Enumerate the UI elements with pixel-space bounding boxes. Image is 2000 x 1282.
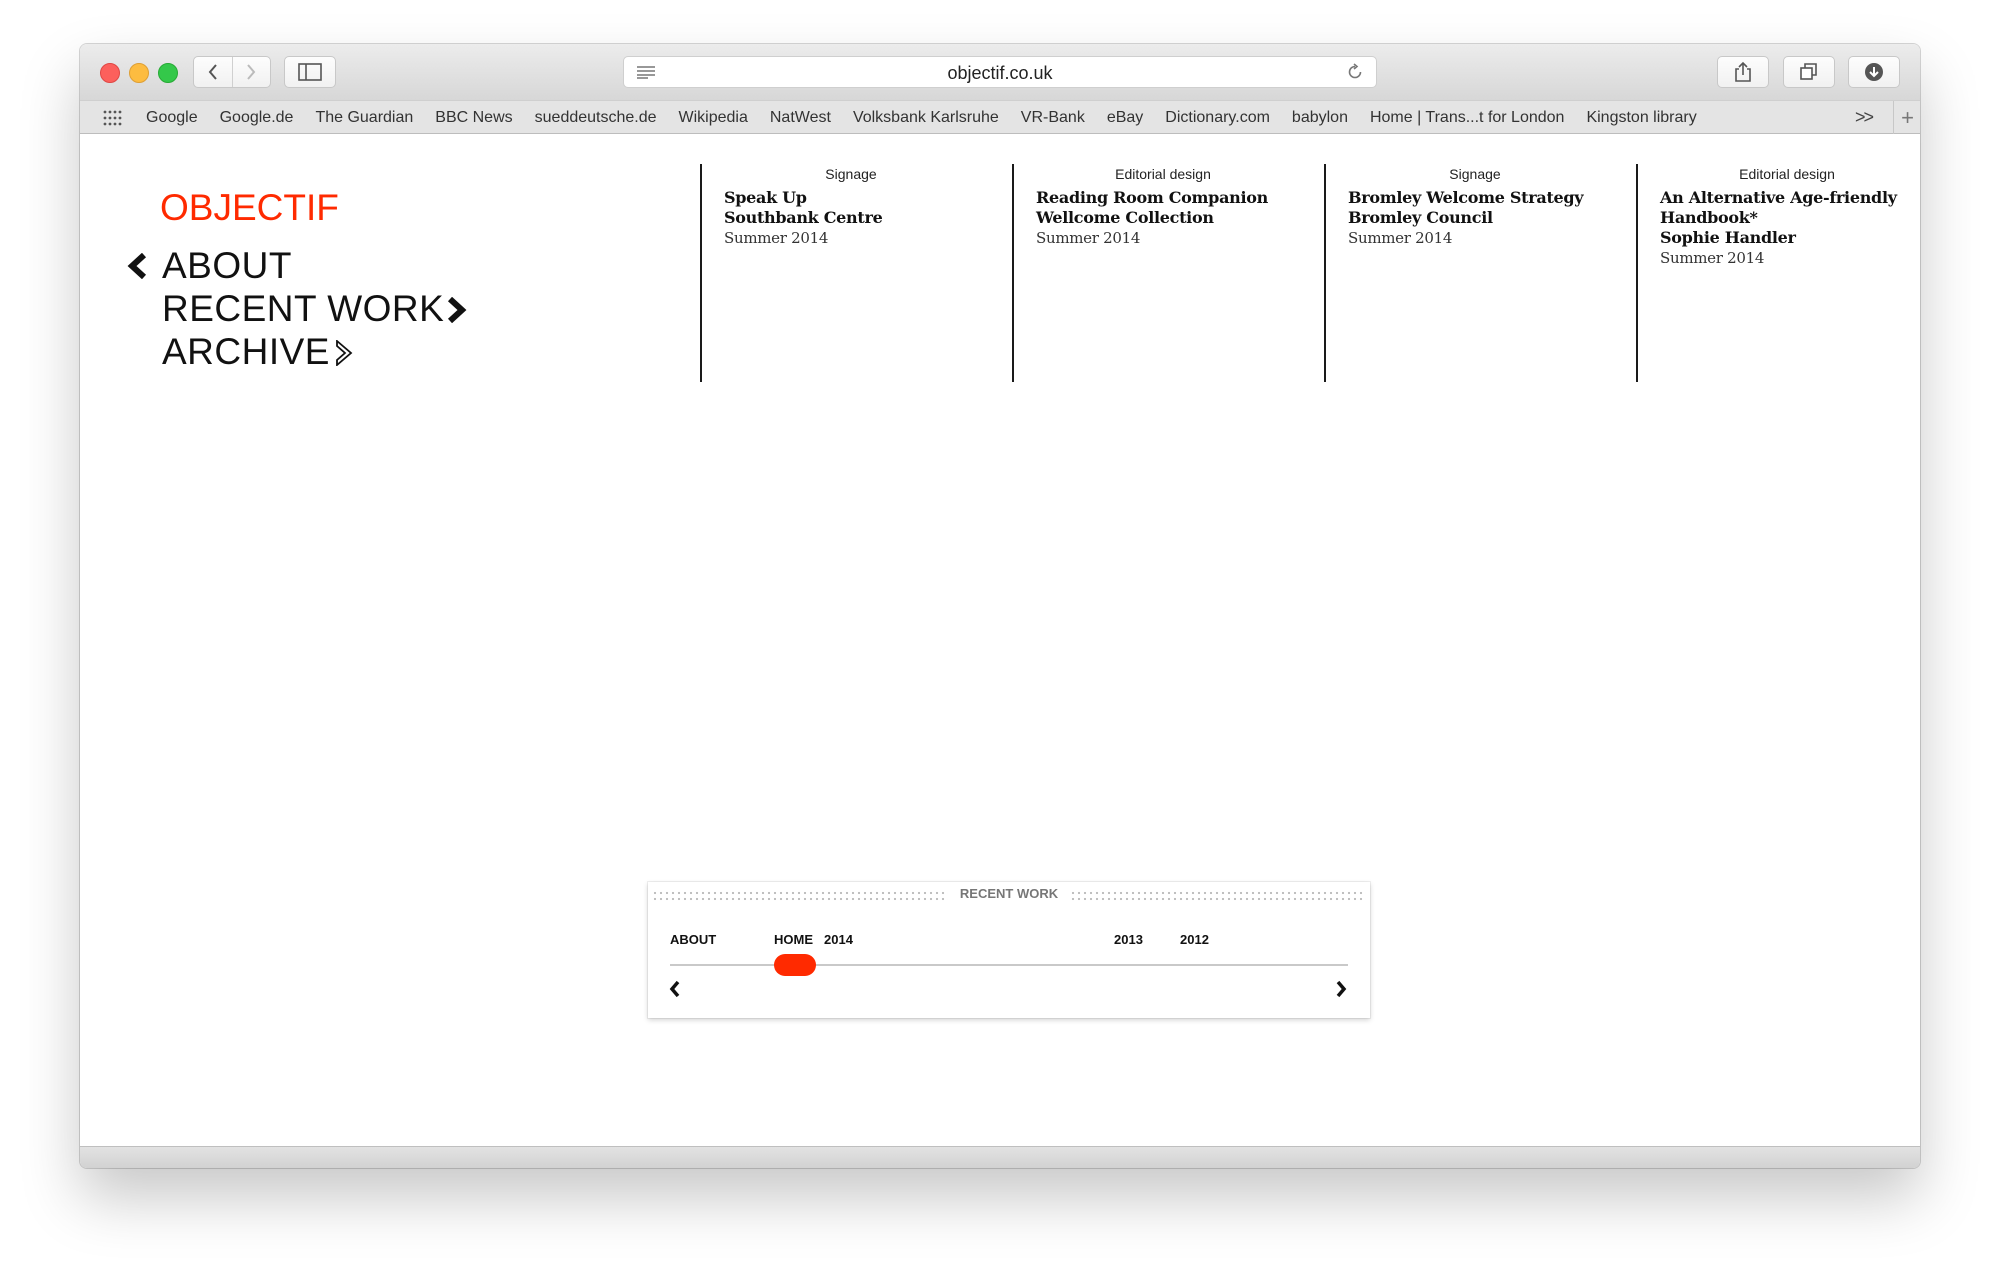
timeline-title: RECENT WORK — [959, 886, 1059, 901]
close-window-button[interactable] — [100, 63, 120, 83]
bookmark-wikipedia[interactable]: Wikipedia — [679, 109, 748, 127]
project-client: Southbank Centre — [724, 208, 883, 227]
project-bromley-welcome[interactable]: Signage Bromley Welcome Strategy Bromley… — [1324, 164, 1622, 382]
project-category: Editorial design — [1115, 166, 1211, 182]
url-text: objectif.co.uk — [947, 63, 1053, 83]
sidebar-icon — [298, 63, 322, 81]
timeline-navigator: RECENT WORK ABOUT HOME 2014 2013 2012 — [648, 882, 1370, 1018]
bookmark-natwest[interactable]: NatWest — [770, 109, 831, 127]
bookmark-vr-bank[interactable]: VR-Bank — [1021, 109, 1085, 127]
project-date: Summer 2014 — [1348, 229, 1453, 247]
download-icon — [1865, 63, 1883, 81]
bookmark-google[interactable]: Google — [146, 109, 198, 127]
chevron-right-icon — [247, 64, 256, 80]
project-title: Speak Up — [724, 188, 807, 207]
top-sites-grid-icon[interactable] — [102, 109, 122, 127]
bookmark-volksbank[interactable]: Volksbank Karlsruhe — [853, 109, 999, 127]
project-title-continued: Handbook* — [1660, 208, 1758, 227]
svg-text:OBJECTIF: OBJECTIF — [160, 187, 339, 228]
project-title: Bromley Welcome Strategy — [1348, 188, 1584, 207]
reload-icon[interactable] — [1346, 63, 1364, 81]
bookmark-bbc-news[interactable]: BBC News — [435, 109, 512, 127]
browser-window: objectif.co.uk Google Google.de The Guar… — [80, 44, 1920, 1168]
menu-archive-label: ARCHIVE — [162, 331, 330, 372]
project-category: Signage — [825, 166, 877, 182]
share-icon — [1735, 61, 1751, 82]
timeline-label-about[interactable]: ABOUT — [670, 932, 716, 947]
bookmarks-bar: Google Google.de The Guardian BBC News s… — [80, 100, 1920, 135]
project-title: Reading Room Companion — [1036, 188, 1268, 207]
project-speak-up[interactable]: Signage Speak Up Southbank Centre Summer… — [700, 164, 998, 382]
project-category: Editorial design — [1739, 166, 1835, 182]
navigation-buttons — [193, 56, 271, 88]
project-reading-room[interactable]: Editorial design Reading Room Companion … — [1012, 164, 1310, 382]
project-date: Summer 2014 — [1660, 249, 1765, 267]
objectif-logo[interactable]: OBJECTIF — [160, 186, 340, 232]
bookmark-dictionary[interactable]: Dictionary.com — [1165, 109, 1270, 127]
timeline-label-2014[interactable]: 2014 — [824, 932, 853, 947]
chevron-left-icon — [208, 64, 217, 80]
forward-button[interactable] — [231, 57, 271, 87]
maximize-window-button[interactable] — [158, 63, 178, 83]
project-client: Bromley Council — [1348, 208, 1493, 227]
project-client: Sophie Handler — [1660, 228, 1796, 247]
project-date: Summer 2014 — [1036, 229, 1141, 247]
web-page: OBJECTIF ABOUT RECENT WORK ARCHIVE Signa… — [80, 134, 1920, 1146]
bookmarks-list: Google Google.de The Guardian BBC News s… — [146, 101, 1719, 135]
share-button[interactable] — [1717, 56, 1769, 88]
project-category: Signage — [1449, 166, 1501, 182]
more-bookmarks-button[interactable]: >> — [1855, 107, 1874, 128]
browser-toolbar: objectif.co.uk — [80, 44, 1920, 100]
sidebar-toggle-button[interactable] — [284, 56, 336, 88]
status-bar — [80, 1146, 1920, 1168]
arrow-right-icon — [447, 297, 467, 323]
arrow-left-icon — [127, 253, 147, 279]
downloads-button[interactable] — [1848, 56, 1900, 88]
bookmark-google-de[interactable]: Google.de — [220, 109, 294, 127]
tabs-icon — [1800, 63, 1817, 80]
timeline-track[interactable] — [670, 964, 1348, 966]
dotted-rule-right — [1070, 890, 1366, 902]
dotted-rule-left — [652, 890, 948, 902]
timeline-label-2013[interactable]: 2013 — [1114, 932, 1143, 947]
project-age-friendly-handbook[interactable]: Editorial design An Alternative Age-frie… — [1636, 164, 1920, 382]
bookmark-babylon[interactable]: babylon — [1292, 109, 1348, 127]
menu-recent-work-label: RECENT WORK — [162, 288, 445, 329]
bookmark-kingston-library[interactable]: Kingston library — [1586, 109, 1696, 127]
timeline-label-home[interactable]: HOME — [774, 932, 813, 947]
back-button[interactable] — [194, 57, 232, 87]
new-tab-button[interactable]: + — [1893, 101, 1920, 135]
bookmark-the-guardian[interactable]: The Guardian — [315, 109, 413, 127]
bookmark-sueddeutsche[interactable]: sueddeutsche.de — [535, 109, 657, 127]
bookmark-tfl[interactable]: Home | Trans...t for London — [1370, 109, 1564, 127]
timeline-slider-handle[interactable] — [774, 954, 816, 976]
show-tabs-button[interactable] — [1783, 56, 1835, 88]
menu-about-label: ABOUT — [162, 245, 292, 286]
project-date: Summer 2014 — [724, 229, 829, 247]
arrow-right-outline-icon — [336, 340, 353, 366]
timeline-prev-arrow-icon[interactable] — [668, 980, 682, 998]
address-bar[interactable]: objectif.co.uk — [623, 56, 1377, 88]
minimize-window-button[interactable] — [129, 63, 149, 83]
timeline-next-arrow-icon[interactable] — [1334, 980, 1348, 998]
project-client: Wellcome Collection — [1036, 208, 1214, 227]
bookmark-ebay[interactable]: eBay — [1107, 109, 1143, 127]
project-title: An Alternative Age-friendly — [1660, 188, 1897, 207]
timeline-label-2012[interactable]: 2012 — [1180, 932, 1209, 947]
